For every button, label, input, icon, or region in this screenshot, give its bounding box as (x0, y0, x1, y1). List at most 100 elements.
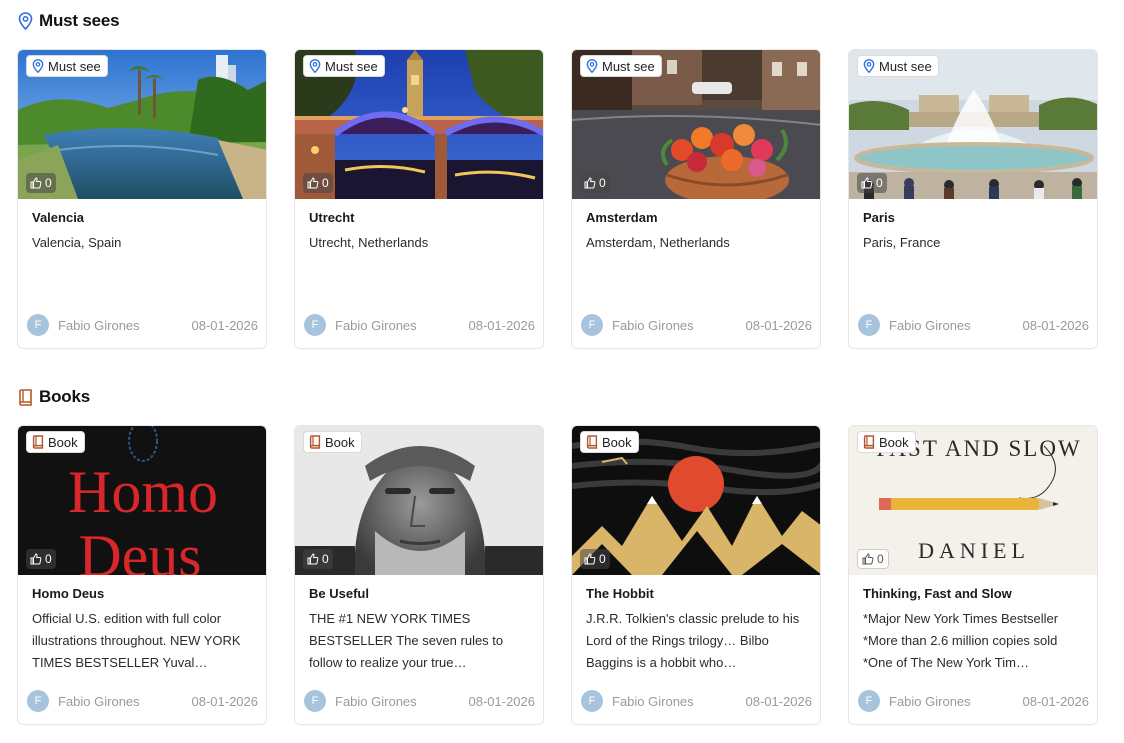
thumbs-up-icon (307, 553, 319, 565)
card-date: 08-01-2026 (468, 317, 536, 333)
tag-label: Book (325, 434, 355, 450)
card-paris[interactable]: Must see 0 Paris Paris, France F Fabio G… (848, 49, 1098, 349)
like-button[interactable]: 0 (580, 173, 610, 193)
like-count: 0 (45, 552, 52, 566)
section-header-books: Books (17, 385, 90, 409)
thumbs-up-icon (584, 177, 596, 189)
like-count: 0 (876, 176, 883, 190)
book-tag: Book (580, 431, 639, 453)
card-date: 08-01-2026 (191, 317, 259, 333)
like-count: 0 (599, 176, 606, 190)
card-description: Utrecht, Netherlands (309, 235, 429, 250)
card-title: The Hobbit (586, 586, 654, 601)
tag-label: Book (602, 434, 632, 450)
card-description: Official U.S. edition with full color il… (32, 611, 241, 670)
card-title: Homo Deus (32, 586, 105, 601)
avatar: F (581, 314, 603, 336)
like-button[interactable]: 0 (857, 549, 889, 569)
card-thinking-fast-and-slow[interactable]: FAST AND SLOW DANIEL Book 0 Thinking, Fa… (848, 425, 1098, 725)
card-date: 08-01-2026 (1022, 317, 1090, 333)
must-see-tag: Must see (303, 55, 385, 77)
card-description: Paris, France (863, 235, 941, 250)
like-button[interactable]: 0 (303, 173, 333, 193)
author-name: Fabio Girones (612, 693, 694, 709)
card-be-useful[interactable]: Book 0 Be Useful THE #1 NEW YORK TIMES B… (294, 425, 544, 725)
map-pin-icon (863, 59, 875, 73)
tag-label: Must see (325, 58, 378, 74)
tag-label: Must see (879, 58, 932, 74)
like-button[interactable]: 0 (857, 173, 887, 193)
like-count: 0 (322, 176, 329, 190)
book-tag: Book (26, 431, 85, 453)
thumbs-up-icon (584, 553, 596, 565)
book-icon (32, 435, 44, 449)
card-date: 08-01-2026 (745, 693, 813, 709)
card-description: *Major New York Times Bestseller *More t… (863, 611, 1059, 670)
card-title: Thinking, Fast and Slow (863, 586, 1012, 601)
author-name: Fabio Girones (335, 317, 417, 333)
thumbs-up-icon (30, 177, 42, 189)
card-title: Utrecht (309, 210, 355, 225)
card-title: Valencia (32, 210, 85, 225)
card-description: Amsterdam, Netherlands (586, 235, 730, 250)
books-row: Homo Deus Book 0 Homo Deus Official U.S.… (17, 425, 1107, 725)
must-see-tag: Must see (580, 55, 662, 77)
avatar: F (304, 690, 326, 712)
thumbs-up-icon (862, 553, 874, 565)
card-amsterdam[interactable]: Must see 0 Amsterdam Amsterdam, Netherla… (571, 49, 821, 349)
like-button[interactable]: 0 (26, 173, 56, 193)
map-pin-icon (17, 12, 33, 30)
card-date: 08-01-2026 (1022, 693, 1090, 709)
section-title: Books (39, 387, 90, 406)
like-count: 0 (322, 552, 329, 566)
avatar: F (27, 314, 49, 336)
tag-label: Must see (602, 58, 655, 74)
book-icon (309, 435, 321, 449)
section-header-must-sees: Must sees (17, 9, 120, 33)
book-icon (17, 388, 33, 406)
section-title: Must sees (39, 11, 120, 30)
cover-title: Deus (78, 523, 201, 575)
author-name: Fabio Girones (612, 317, 694, 333)
tag-label: Must see (48, 58, 101, 74)
thumbs-up-icon (30, 553, 42, 565)
avatar: F (581, 690, 603, 712)
like-count: 0 (599, 552, 606, 566)
tag-label: Book (879, 434, 909, 450)
like-count: 0 (45, 176, 52, 190)
map-pin-icon (586, 59, 598, 73)
author-name: Fabio Girones (889, 693, 971, 709)
card-valencia[interactable]: Must see 0 Valencia Valencia, Spain F Fa… (17, 49, 267, 349)
must-see-tag: Must see (857, 55, 939, 77)
card-the-hobbit[interactable]: Book 0 The Hobbit J.R.R. Tolkien's class… (571, 425, 821, 725)
like-count: 0 (877, 552, 884, 566)
must-see-tag: Must see (26, 55, 108, 77)
map-pin-icon (32, 59, 44, 73)
author-name: Fabio Girones (889, 317, 971, 333)
like-button[interactable]: 0 (303, 549, 333, 569)
map-pin-icon (309, 59, 321, 73)
cover-title: Homo (68, 459, 218, 525)
cover-author: DANIEL (918, 538, 1030, 563)
avatar: F (858, 314, 880, 336)
avatar: F (858, 690, 880, 712)
author-name: Fabio Girones (58, 317, 140, 333)
card-description: Valencia, Spain (32, 235, 122, 250)
book-tag: Book (303, 431, 362, 453)
book-icon (863, 435, 875, 449)
like-button[interactable]: 0 (580, 549, 610, 569)
book-icon (586, 435, 598, 449)
avatar: F (304, 314, 326, 336)
card-description: THE #1 NEW YORK TIMES BESTSELLER The sev… (309, 611, 504, 670)
card-title: Paris (863, 210, 895, 225)
card-title: Be Useful (309, 586, 369, 601)
thumbs-up-icon (861, 177, 873, 189)
like-button[interactable]: 0 (26, 549, 56, 569)
author-name: Fabio Girones (335, 693, 417, 709)
card-date: 08-01-2026 (745, 317, 813, 333)
thumbs-up-icon (307, 177, 319, 189)
card-utrecht[interactable]: Must see 0 Utrecht Utrecht, Netherlands … (294, 49, 544, 349)
avatar: F (27, 690, 49, 712)
card-homo-deus[interactable]: Homo Deus Book 0 Homo Deus Official U.S.… (17, 425, 267, 725)
card-description: J.R.R. Tolkien's classic prelude to his … (586, 611, 800, 670)
